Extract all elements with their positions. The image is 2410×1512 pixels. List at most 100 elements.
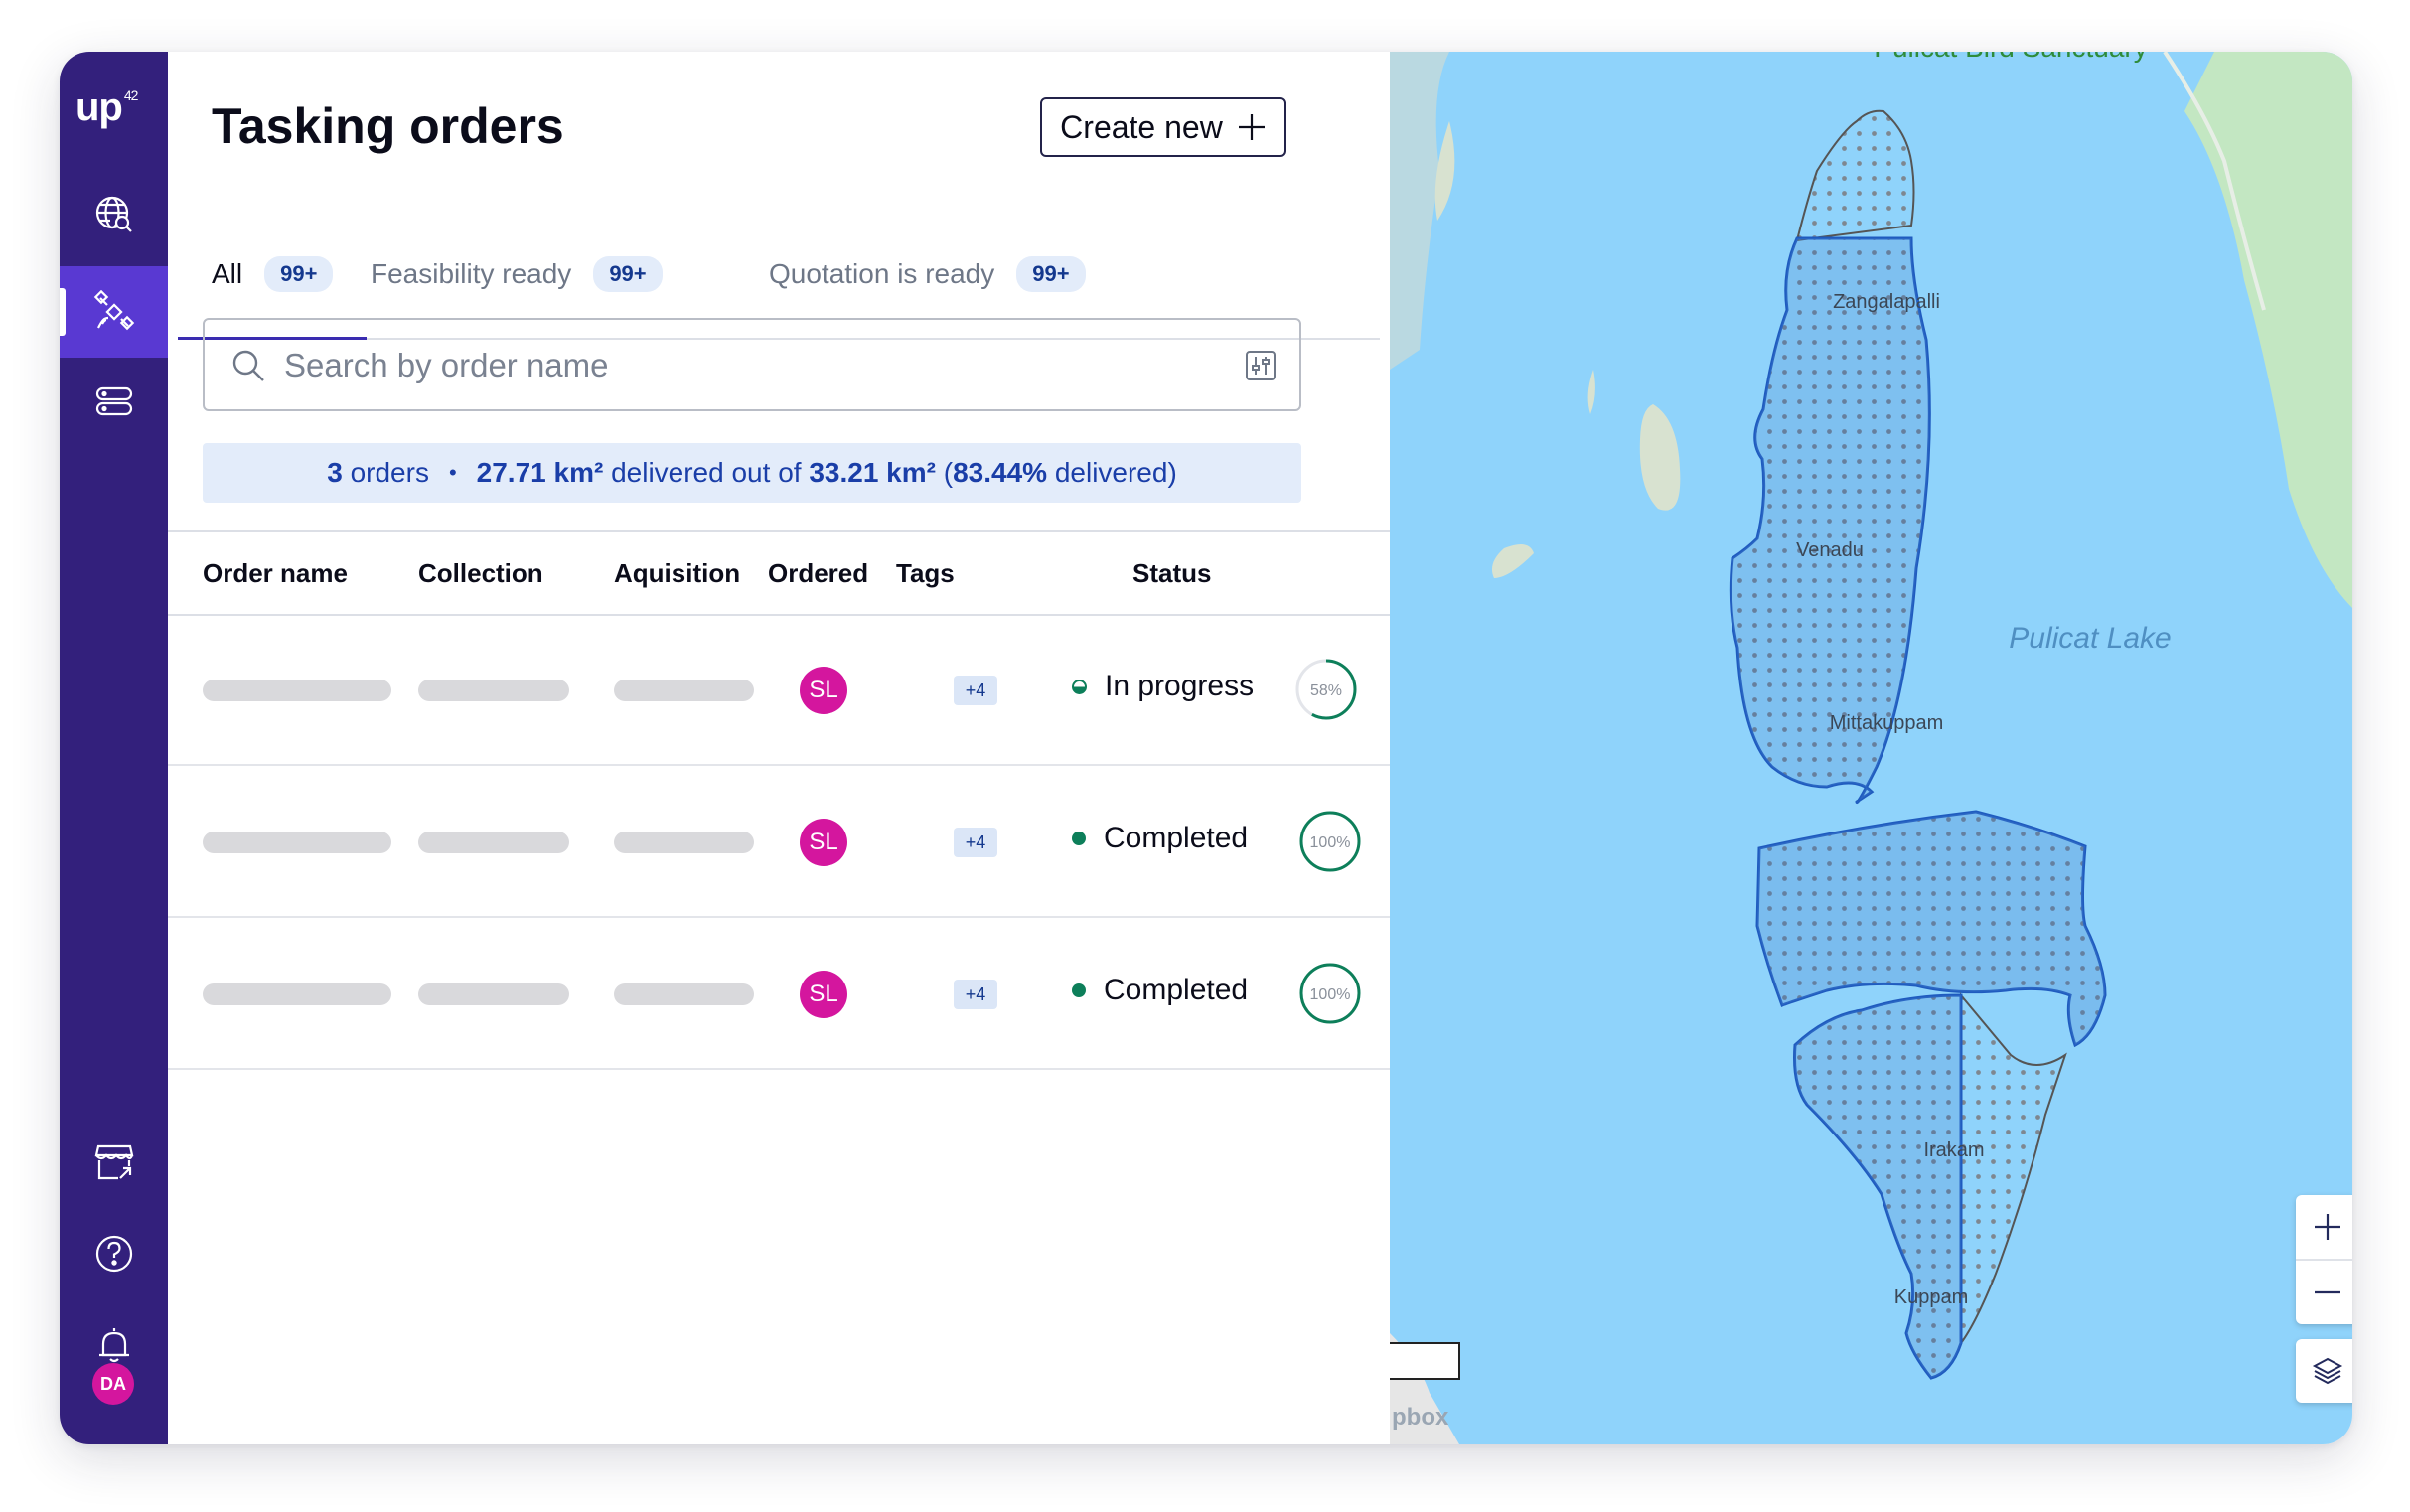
islet bbox=[1434, 121, 1455, 221]
islet bbox=[1491, 544, 1534, 578]
map-view[interactable]: Pulicat Bird Sanctuary Pulicat Lake Zang… bbox=[1390, 52, 2352, 1444]
col-ordered[interactable]: Ordered bbox=[768, 558, 868, 589]
aoi-polygon-south-east[interactable] bbox=[1960, 992, 2067, 1347]
aquisition-placeholder bbox=[614, 680, 754, 701]
tab-feasibility-label: Feasibility ready bbox=[371, 258, 572, 289]
status-indicator: Completed bbox=[1072, 822, 1248, 855]
bell-icon bbox=[98, 1328, 129, 1363]
collection-placeholder bbox=[418, 680, 569, 701]
status-text: Completed bbox=[1104, 974, 1249, 1006]
status-text: In progress bbox=[1105, 670, 1255, 702]
col-status[interactable]: Status bbox=[1132, 558, 1211, 589]
summary-percent: 83.44% bbox=[953, 457, 1048, 488]
nav-tasking[interactable] bbox=[60, 266, 168, 358]
plus-icon bbox=[1238, 114, 1265, 140]
order-name-placeholder bbox=[203, 680, 391, 701]
col-order-name[interactable]: Order name bbox=[203, 558, 348, 589]
page-title: Tasking orders bbox=[212, 98, 564, 154]
ordered-by-avatar: SL bbox=[800, 667, 847, 714]
collection-placeholder bbox=[418, 983, 569, 1005]
aoi-polygon-north[interactable] bbox=[1795, 109, 1915, 242]
up42-logo[interactable]: up 42 bbox=[75, 85, 139, 130]
label-place: Irakam bbox=[1923, 1139, 1984, 1161]
zoom-out-button[interactable] bbox=[2296, 1261, 2352, 1324]
globe-search-icon bbox=[95, 196, 132, 232]
islet bbox=[1639, 404, 1681, 511]
store-icon bbox=[94, 1144, 133, 1180]
map-canvas: Pulicat Bird Sanctuary Pulicat Lake Zang… bbox=[1390, 52, 2352, 1444]
progress-ring: 58% bbox=[1295, 659, 1357, 720]
summary-delivered: 27.71 km² bbox=[476, 457, 604, 488]
zoom-in-button[interactable] bbox=[2296, 1195, 2352, 1259]
col-tags[interactable]: Tags bbox=[896, 558, 955, 589]
progress-label: 100% bbox=[1310, 986, 1351, 1003]
summary-count-label: orders bbox=[350, 457, 429, 488]
aoi-overlay-south-west bbox=[1794, 995, 1961, 1378]
search-icon bbox=[232, 350, 264, 381]
search-input[interactable] bbox=[282, 342, 1200, 389]
label-place: Venadu bbox=[1796, 539, 1864, 561]
filter-settings-icon[interactable] bbox=[1244, 349, 1278, 382]
label-place: Kuppam bbox=[1894, 1286, 1969, 1308]
tab-feasibility-badge: 99+ bbox=[593, 256, 663, 292]
summary-paren-open: ( bbox=[943, 457, 954, 488]
table-header: Order name Collection Aquisition Ordered… bbox=[168, 530, 1390, 616]
app-window: up 42 DA Tasking orders Create new All 9… bbox=[60, 52, 2352, 1444]
logo-text: up bbox=[75, 85, 123, 129]
table-row[interactable]: SL +4 Completed 100% bbox=[168, 916, 1390, 1070]
summary-count: 3 bbox=[327, 457, 343, 488]
summary-total: 33.21 km² bbox=[809, 457, 936, 488]
label-place: Mittakuppam bbox=[1830, 712, 1944, 734]
table-row[interactable]: SL +4 In progress 58% bbox=[168, 612, 1390, 766]
minus-icon bbox=[2315, 1290, 2340, 1294]
col-collection[interactable]: Collection bbox=[418, 558, 543, 589]
ordered-by-avatar: SL bbox=[800, 819, 847, 866]
collection-placeholder bbox=[418, 832, 569, 853]
tags-badge[interactable]: +4 bbox=[954, 828, 997, 857]
map-attribution[interactable]: pbox bbox=[1392, 1404, 1449, 1431]
progress-ring: 100% bbox=[1299, 811, 1361, 872]
layers-icon bbox=[2312, 1357, 2343, 1385]
tab-quotation-label: Quotation is ready bbox=[769, 258, 995, 289]
tags-badge[interactable]: +4 bbox=[954, 980, 997, 1009]
summary-delivered-label: delivered out of bbox=[611, 457, 802, 488]
create-new-button[interactable]: Create new bbox=[1040, 97, 1286, 157]
aquisition-placeholder bbox=[614, 983, 754, 1005]
plus-icon bbox=[2315, 1214, 2340, 1240]
layers-button[interactable] bbox=[2296, 1339, 2352, 1403]
completed-dot bbox=[1072, 832, 1086, 845]
aquisition-placeholder bbox=[614, 832, 754, 853]
label-lake: Pulicat Lake bbox=[2009, 622, 2171, 655]
tab-all-label: All bbox=[212, 258, 243, 289]
status-text: Completed bbox=[1104, 822, 1249, 854]
scale-bar bbox=[1390, 1342, 1460, 1380]
col-aquisition[interactable]: Aquisition bbox=[614, 558, 740, 589]
logo-sup: 42 bbox=[123, 86, 139, 103]
completed-dot bbox=[1072, 983, 1086, 997]
status-indicator: In progress bbox=[1072, 670, 1254, 703]
nav-catalog[interactable] bbox=[60, 169, 168, 260]
order-name-placeholder bbox=[203, 832, 391, 853]
tab-all-badge: 99+ bbox=[264, 256, 334, 292]
nav-marketplace[interactable] bbox=[60, 1117, 168, 1208]
nav-help[interactable] bbox=[60, 1208, 168, 1299]
satellite-icon bbox=[93, 290, 134, 331]
land-east bbox=[2184, 52, 2352, 608]
create-new-label: Create new bbox=[1060, 108, 1223, 145]
nav-storage[interactable] bbox=[60, 356, 168, 447]
orders-panel: Tasking orders Create new All 99+ Feasib… bbox=[168, 52, 1391, 1444]
order-name-placeholder bbox=[203, 983, 391, 1005]
status-indicator: Completed bbox=[1072, 974, 1248, 1007]
delivery-summary: 3 orders • 27.71 km² delivered out of 33… bbox=[203, 443, 1301, 503]
search-box bbox=[203, 318, 1301, 411]
progress-ring: 100% bbox=[1299, 963, 1361, 1024]
in-progress-dot bbox=[1072, 679, 1087, 694]
progress-label: 100% bbox=[1310, 834, 1351, 851]
islet bbox=[1587, 370, 1595, 414]
user-avatar[interactable]: DA bbox=[92, 1363, 134, 1405]
storage-icon bbox=[95, 386, 132, 416]
table-row[interactable]: SL +4 Completed 100% bbox=[168, 764, 1390, 918]
ordered-by-avatar: SL bbox=[800, 971, 847, 1018]
progress-label: 58% bbox=[1310, 682, 1342, 699]
tags-badge[interactable]: +4 bbox=[954, 676, 997, 705]
